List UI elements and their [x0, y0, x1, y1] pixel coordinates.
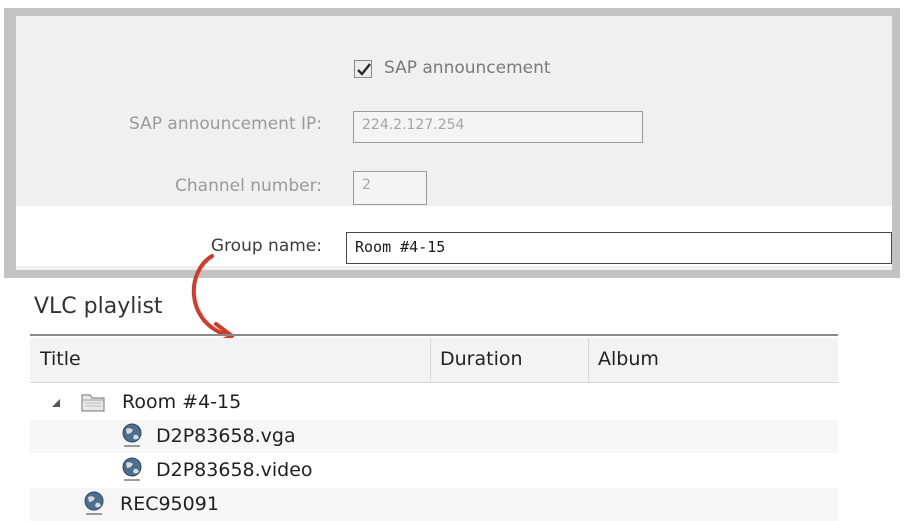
folder-icon [81, 394, 105, 412]
group-name-input[interactable]: Room #4-15 [346, 232, 892, 264]
checkmark-icon [357, 63, 371, 76]
playlist-row-stream[interactable]: D2P83658.vga [30, 420, 838, 453]
stream-settings-panel: SAP announcement SAP announcement IP: 22… [4, 8, 900, 278]
playlist-item-label: D2P83658.video [156, 459, 313, 481]
playlist-row-stream[interactable]: D2P83658.video [30, 454, 838, 487]
playlist-row-folder[interactable]: Room #4-15 [30, 386, 838, 419]
channel-number-input[interactable]: 2 [353, 171, 427, 205]
group-name-label: Group name: [210, 236, 322, 256]
playlist-item-label: D2P83658.vga [156, 425, 296, 447]
globe-icon [122, 423, 142, 447]
column-separator [430, 338, 431, 382]
column-album[interactable]: Album [598, 348, 659, 370]
playlist-divider [30, 334, 838, 336]
column-separator [588, 338, 589, 382]
sap-announcement-checkbox[interactable] [354, 60, 372, 78]
expand-triangle-icon[interactable] [50, 397, 62, 409]
sap-ip-input[interactable]: 224.2.127.254 [353, 111, 643, 143]
globe-icon [84, 491, 104, 515]
playlist-row-stream[interactable]: REC95091 [30, 488, 838, 521]
playlist-header: Title Duration Album [30, 338, 838, 383]
playlist-item-label: REC95091 [120, 493, 219, 515]
column-duration[interactable]: Duration [440, 348, 523, 370]
channel-number-label: Channel number: [175, 176, 322, 196]
sap-ip-label: SAP announcement IP: [129, 114, 322, 134]
panel-bottom-strip [16, 266, 892, 270]
column-title[interactable]: Title [40, 348, 81, 370]
playlist-item-label: Room #4-15 [122, 391, 242, 413]
globe-icon [122, 457, 142, 481]
playlist-title: VLC playlist [34, 294, 163, 319]
sap-announcement-label: SAP announcement [384, 58, 551, 78]
